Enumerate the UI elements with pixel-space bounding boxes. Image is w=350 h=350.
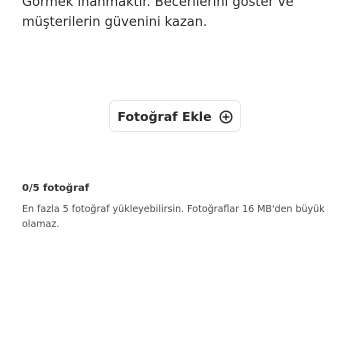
add-photo-button[interactable]: Fotoğraf Ekle (109, 100, 241, 132)
upload-hint: En fazla 5 fotoğraf yükleyebilirsin. Fot… (22, 204, 325, 230)
photo-count: 0/5 fotoğraf (22, 183, 90, 194)
photo-upload-section: Görmek inanmaktır. Becerilerini göster v… (0, 0, 350, 350)
add-photo-label: Fotoğraf Ekle (117, 108, 212, 124)
plus-circle-icon (219, 109, 233, 124)
intro-text: Görmek inanmaktır. Becerilerini göster v… (22, 0, 294, 30)
